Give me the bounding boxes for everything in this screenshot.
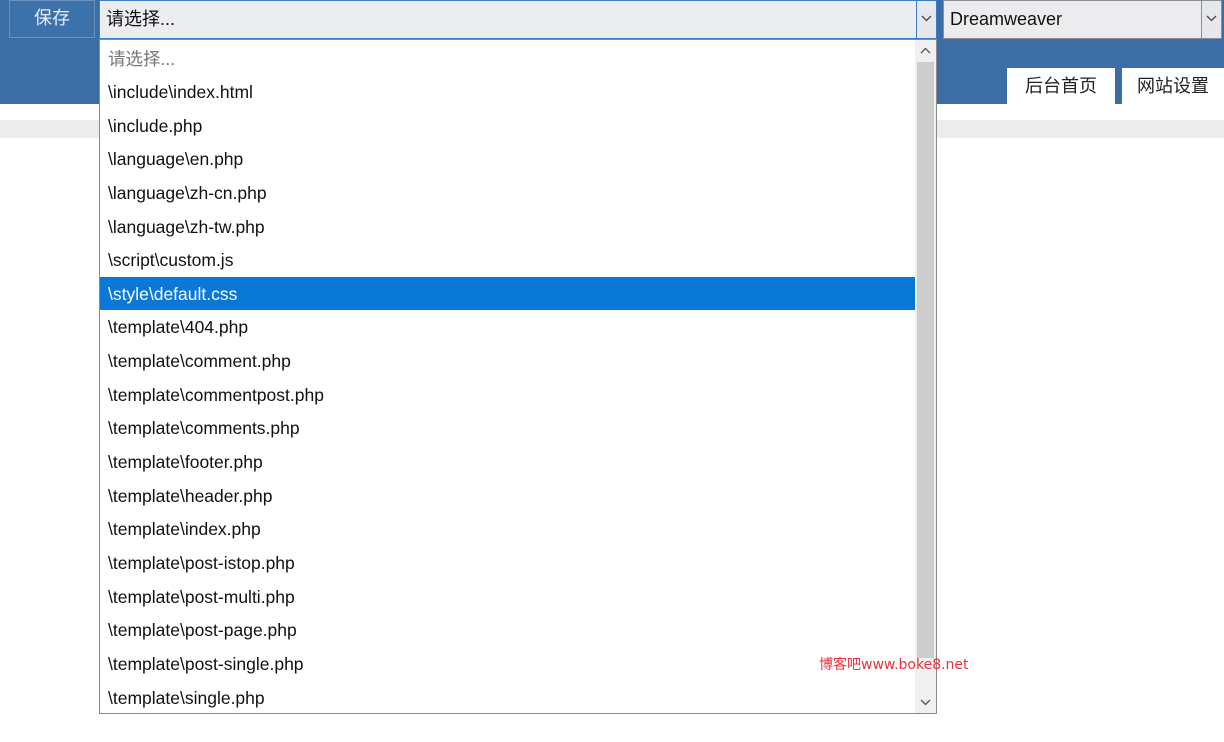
dropdown-scrollbar[interactable] bbox=[915, 40, 936, 713]
dropdown-option[interactable]: \template\post-page.php bbox=[100, 613, 915, 646]
chevron-up-icon bbox=[920, 47, 931, 54]
tab-admin-home[interactable]: 后台首页 bbox=[1007, 68, 1115, 104]
editor-select-value: Dreamweaver bbox=[950, 9, 1063, 29]
dropdown-option[interactable]: \language\en.php bbox=[100, 142, 915, 175]
scroll-down-button[interactable] bbox=[915, 692, 936, 713]
dropdown-option[interactable]: \include.php bbox=[100, 109, 915, 142]
chevron-down-icon bbox=[1206, 15, 1217, 22]
dropdown-option[interactable]: \template\index.php bbox=[100, 512, 915, 545]
tab-site-settings[interactable]: 网站设置 bbox=[1122, 68, 1224, 104]
dropdown-option[interactable]: \template\comments.php bbox=[100, 411, 915, 444]
editor-select-dropdown-button[interactable] bbox=[1201, 1, 1221, 38]
chevron-down-icon bbox=[921, 15, 932, 22]
dropdown-option[interactable]: \template\footer.php bbox=[100, 445, 915, 478]
file-select[interactable]: 请选择... bbox=[99, 0, 937, 39]
scrollbar-thumb[interactable] bbox=[917, 62, 934, 658]
chevron-down-icon bbox=[920, 699, 931, 706]
dropdown-option-selected[interactable]: \style\default.css bbox=[100, 277, 915, 310]
dropdown-option[interactable]: \template\post-single.php bbox=[100, 647, 915, 680]
scroll-up-button[interactable] bbox=[915, 40, 936, 61]
dropdown-option[interactable]: \template\post-multi.php bbox=[100, 580, 915, 613]
dropdown-option-placeholder[interactable]: 请选择... bbox=[100, 42, 915, 75]
file-select-dropdown-button[interactable] bbox=[916, 1, 936, 38]
dropdown-option[interactable]: \template\404.php bbox=[100, 310, 915, 343]
dropdown-option[interactable]: \template\single.php bbox=[100, 681, 915, 714]
dropdown-option[interactable]: \script\custom.js bbox=[100, 243, 915, 276]
dropdown-option[interactable]: \template\commentpost.php bbox=[100, 378, 915, 411]
save-button[interactable]: 保存 bbox=[9, 0, 95, 38]
dropdown-option[interactable]: \template\comment.php bbox=[100, 344, 915, 377]
editor-select[interactable]: Dreamweaver bbox=[943, 0, 1222, 39]
file-dropdown-list: 请选择... \include\index.html \include.php … bbox=[99, 39, 937, 714]
dropdown-option[interactable]: \template\header.php bbox=[100, 479, 915, 512]
watermark-text: 博客吧www.boke8.net bbox=[819, 657, 969, 673]
file-select-value: 请选择... bbox=[106, 9, 176, 29]
dropdown-option[interactable]: \language\zh-tw.php bbox=[100, 210, 915, 243]
dropdown-option[interactable]: \include\index.html bbox=[100, 75, 915, 108]
dropdown-option[interactable]: \template\post-istop.php bbox=[100, 546, 915, 579]
dropdown-option[interactable]: \language\zh-cn.php bbox=[100, 176, 915, 209]
